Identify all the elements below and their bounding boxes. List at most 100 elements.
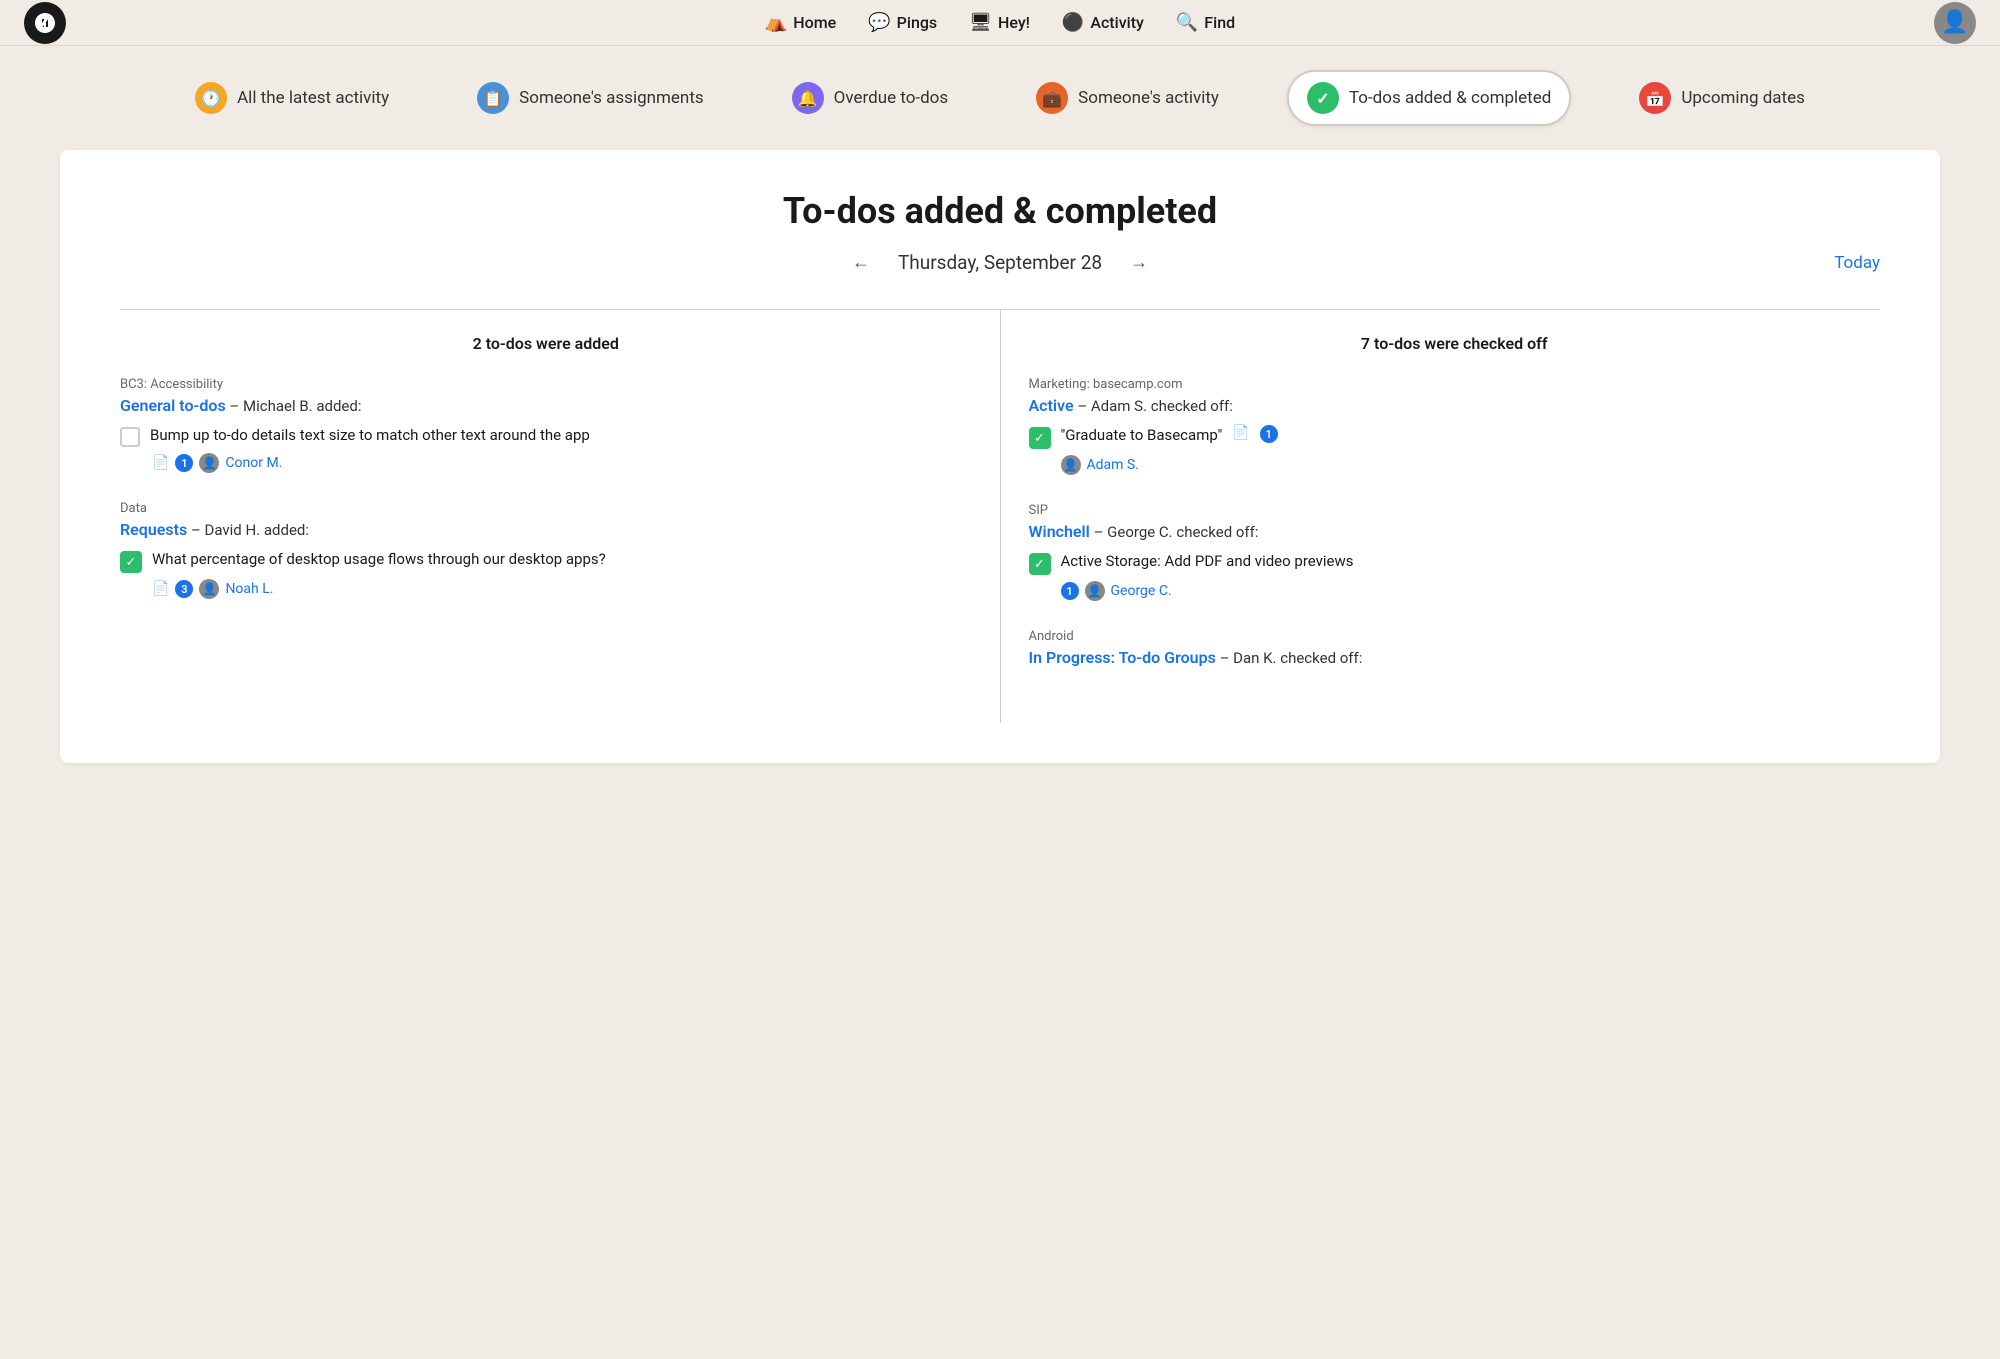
comment-count-c1: 1: [1260, 425, 1278, 443]
project-label-android: Android: [1029, 629, 1881, 644]
todo-group-accessibility: BC3: Accessibility General to-dos – Mich…: [120, 377, 972, 473]
todo-added-by-1: General to-dos – Michael B. added:: [120, 396, 972, 415]
comment-count-2: 3: [175, 580, 193, 598]
activity-filter-bar: 🕐 All the latest activity 📋 Someone's as…: [0, 46, 2000, 150]
someone-activity-icon: 💼: [1036, 82, 1068, 114]
next-date-arrow[interactable]: →: [1122, 248, 1156, 277]
todo-group-marketing: Marketing: basecamp.com Active – Adam S.…: [1029, 377, 1881, 475]
page-title: To-dos added & completed: [120, 190, 1880, 232]
todo-checked-by-1: Active – Adam S. checked off:: [1029, 396, 1881, 415]
todo-group-sip: SIP Winchell – George C. checked off: ✓ …: [1029, 503, 1881, 601]
hey-icon: 🖥: [969, 12, 992, 33]
user-avatar[interactable]: 👤: [1934, 2, 1976, 44]
comment-count-c2: 1: [1061, 582, 1079, 600]
nav-activity-label: Activity: [1090, 13, 1144, 32]
comment-icon-1: 📄: [152, 455, 169, 471]
overdue-icon: 🔔: [792, 82, 824, 114]
filter-all-activity-label: All the latest activity: [237, 88, 389, 108]
filter-assignments[interactable]: 📋 Someone's assignments: [457, 70, 724, 126]
comment-icon-2: 📄: [152, 581, 169, 597]
todo-checkbox-checked-c2[interactable]: ✓: [1029, 553, 1051, 575]
find-icon: 🔍: [1176, 12, 1198, 33]
todo-checkbox-empty-1[interactable]: [120, 427, 140, 447]
date-navigation: ← Thursday, September 28 → Today: [120, 248, 1880, 277]
todo-meta-c1: 👤 Adam S.: [1061, 455, 1881, 475]
todos-added-column: 2 to-dos were added BC3: Accessibility G…: [120, 310, 1001, 723]
nav-home[interactable]: ⛺ Home: [765, 12, 836, 33]
nav-hey-label: Hey!: [998, 13, 1030, 32]
nav-hey[interactable]: 🖥 Hey!: [969, 12, 1030, 33]
main-content: To-dos added & completed ← Thursday, Sep…: [60, 150, 1940, 763]
project-label-marketing: Marketing: basecamp.com: [1029, 377, 1881, 392]
assignee-avatar-2: 👤: [199, 579, 219, 599]
filter-upcoming[interactable]: 📅 Upcoming dates: [1619, 70, 1825, 126]
filter-overdue-label: Overdue to-dos: [834, 88, 948, 108]
todo-list-link-c2[interactable]: Winchell: [1029, 522, 1090, 541]
doc-icon-c1: 📄: [1232, 425, 1249, 441]
todo-text-1: Bump up to-do details text size to match…: [150, 425, 590, 446]
todo-checked-by-3: In Progress: To-do Groups – Dan K. check…: [1029, 648, 1881, 667]
todo-text-2: What percentage of desktop usage flows t…: [152, 549, 606, 570]
todo-group-android: Android In Progress: To-do Groups – Dan …: [1029, 629, 1881, 667]
filter-upcoming-label: Upcoming dates: [1681, 88, 1805, 108]
filter-overdue[interactable]: 🔔 Overdue to-dos: [772, 70, 968, 126]
nav-find-label: Find: [1204, 13, 1235, 32]
nav-activity[interactable]: ⚫ Activity: [1062, 12, 1144, 33]
all-activity-icon: 🕐: [195, 82, 227, 114]
app-logo[interactable]: ✓: [24, 2, 66, 44]
assignee-avatar-c2: 👤: [1085, 581, 1105, 601]
added-column-header: 2 to-dos were added: [120, 334, 972, 353]
assignments-icon: 📋: [477, 82, 509, 114]
todo-added-by-2: Requests – David H. added:: [120, 520, 972, 539]
todo-text-c2: Active Storage: Add PDF and video previe…: [1061, 551, 1354, 572]
nav-home-label: Home: [793, 13, 836, 32]
todo-group-data: Data Requests – David H. added: ✓ What p…: [120, 501, 972, 599]
assignee-name-c1[interactable]: Adam S.: [1087, 457, 1139, 473]
todo-list-link-2[interactable]: Requests: [120, 520, 187, 539]
upcoming-icon: 📅: [1639, 82, 1671, 114]
today-link[interactable]: Today: [1834, 253, 1880, 273]
home-icon: ⛺: [765, 12, 787, 33]
project-label-data: Data: [120, 501, 972, 516]
todo-list-link-c1[interactable]: Active: [1029, 396, 1074, 415]
completed-column-header: 7 to-dos were checked off: [1029, 334, 1881, 353]
current-date: Thursday, September 28: [898, 251, 1102, 274]
todo-checkbox-checked-c1[interactable]: ✓: [1029, 427, 1051, 449]
todos-completed-column: 7 to-dos were checked off Marketing: bas…: [1001, 310, 1881, 723]
filter-someone-activity[interactable]: 💼 Someone's activity: [1016, 70, 1239, 126]
assignee-name-c2[interactable]: George C.: [1111, 583, 1172, 599]
todo-text-c1: "Graduate to Basecamp": [1061, 425, 1223, 446]
assignee-avatar-1: 👤: [199, 453, 219, 473]
assignee-avatar-c1: 👤: [1061, 455, 1081, 475]
nav-pings[interactable]: 💬 Pings: [868, 12, 937, 33]
todo-meta-2: 📄 3 👤 Noah L.: [152, 579, 972, 599]
todo-item-c1: ✓ "Graduate to Basecamp" 📄 1: [1029, 425, 1881, 449]
todo-item-c2: ✓ Active Storage: Add PDF and video prev…: [1029, 551, 1881, 575]
nav-pings-label: Pings: [897, 13, 938, 32]
todo-list-link-c3[interactable]: In Progress: To-do Groups: [1029, 648, 1216, 667]
comment-count-1: 1: [175, 454, 193, 472]
todo-checkbox-checked-2[interactable]: ✓: [120, 551, 142, 573]
nav-find[interactable]: 🔍 Find: [1176, 12, 1235, 33]
todo-item-1: Bump up to-do details text size to match…: [120, 425, 972, 447]
assignee-name-1[interactable]: Conor M.: [225, 455, 282, 471]
filter-assignments-label: Someone's assignments: [519, 88, 704, 108]
assignee-name-2[interactable]: Noah L.: [225, 581, 273, 597]
filter-todos-label: To-dos added & completed: [1349, 88, 1551, 108]
nav-items: ⛺ Home 💬 Pings 🖥 Hey! ⚫ Activity 🔍 Find: [765, 12, 1235, 33]
project-label-accessibility: BC3: Accessibility: [120, 377, 972, 392]
filter-someone-activity-label: Someone's activity: [1078, 88, 1219, 108]
todo-item-2: ✓ What percentage of desktop usage flows…: [120, 549, 972, 573]
prev-date-arrow[interactable]: ←: [844, 248, 878, 277]
todo-checked-by-2: Winchell – George C. checked off:: [1029, 522, 1881, 541]
filter-todos-added-completed[interactable]: ✓ To-dos added & completed: [1287, 70, 1571, 126]
todos-added-icon: ✓: [1307, 82, 1339, 114]
filter-all-activity[interactable]: 🕐 All the latest activity: [175, 70, 409, 126]
todo-list-link-1[interactable]: General to-dos: [120, 396, 226, 415]
activity-icon: ⚫: [1062, 12, 1084, 33]
top-navigation: ✓ ⛺ Home 💬 Pings 🖥 Hey! ⚫ Activity 🔍 Fin…: [0, 0, 2000, 46]
pings-icon: 💬: [868, 12, 890, 33]
todo-meta-c2: 1 👤 George C.: [1061, 581, 1881, 601]
todo-columns: 2 to-dos were added BC3: Accessibility G…: [120, 309, 1880, 723]
todo-meta-1: 📄 1 👤 Conor M.: [152, 453, 972, 473]
